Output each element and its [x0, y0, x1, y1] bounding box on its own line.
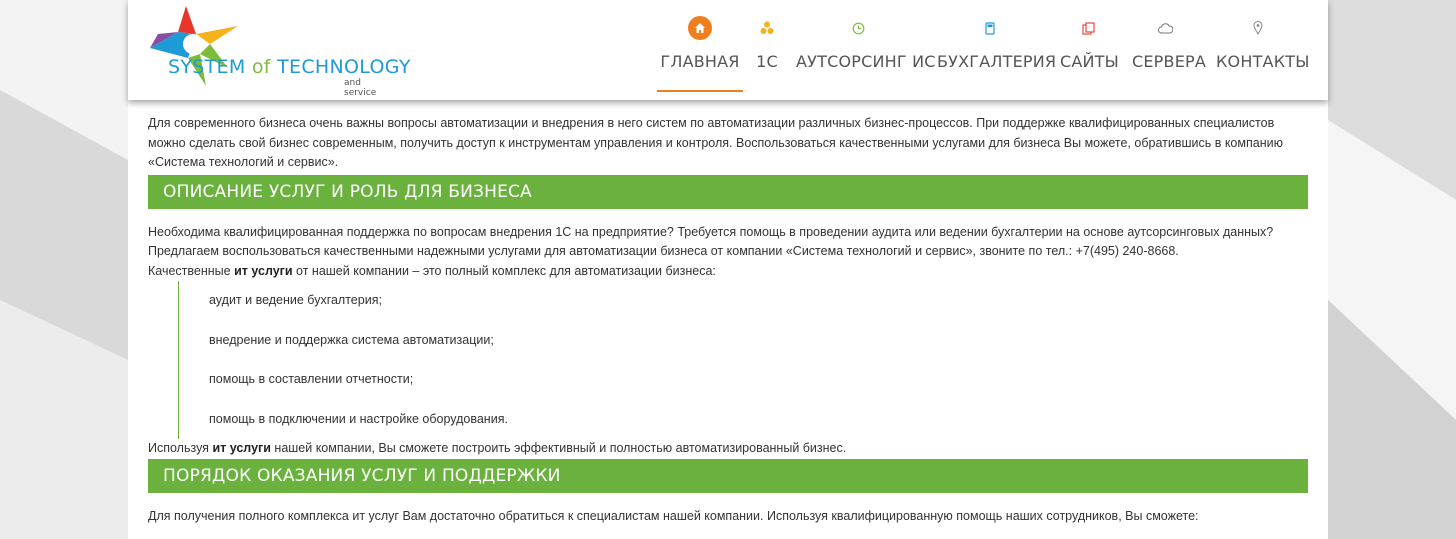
it-services-link: ит услуги	[234, 263, 293, 278]
section-heading-order: ПОРЯДОК ОКАЗАНИЯ УСЛУГ И ПОДДЕРЖКИ	[148, 458, 1308, 493]
nav-item-servers[interactable]: СЕРВЕРА	[1132, 0, 1206, 92]
home-icon	[688, 16, 712, 40]
services-offer-paragraph: Предлагаем воспользоваться качественными…	[148, 244, 1179, 258]
list-item: помощь в составлении отчетности;	[209, 372, 414, 386]
nav-item-contacts[interactable]: КОНТАКТЫ	[1216, 0, 1309, 92]
logo-wordmark: SYSTEM of TECHNOLOGY	[168, 56, 411, 78]
nav-item-1c[interactable]: 1С	[755, 0, 779, 92]
map-pin-icon	[1246, 16, 1270, 40]
services-question-paragraph: Необходима квалифицированная поддержка п…	[148, 224, 1274, 239]
nav-active-underline	[657, 90, 743, 92]
site-logo[interactable]: SYSTEM of TECHNOLOGY and service	[148, 4, 410, 98]
nav-item-sites[interactable]: САЙТЫ	[1060, 0, 1119, 92]
nav-item-home[interactable]: ГЛАВНАЯ	[657, 0, 743, 92]
copy-icon	[1076, 16, 1100, 40]
order-paragraph: Для получения полного комплекса ит услуг…	[148, 508, 1199, 523]
logo-tagline: and service	[344, 78, 377, 98]
it-services-bold: ит услуги	[212, 441, 271, 455]
services-list: аудит и ведение бухгалтерия; внедрение и…	[178, 281, 1308, 439]
list-item: внедрение и поддержка система автоматиза…	[209, 332, 494, 347]
list-item: аудит и ведение бухгалтерия;	[209, 293, 382, 307]
list-item: помощь в подключении и настройке оборудо…	[209, 411, 508, 426]
main-content: Для современного бизнеса очень важны воп…	[148, 100, 1308, 526]
intro-paragraph: Для современного бизнеса очень важны воп…	[148, 116, 1283, 169]
services-summary-paragraph: Используя ит услуги нашей компании, Вы с…	[148, 441, 847, 455]
radiation-icon	[755, 16, 779, 40]
section-heading-services: ОПИСАНИЕ УСЛУГ И РОЛЬ ДЛЯ БИЗНЕСА	[148, 174, 1308, 209]
site-header: SYSTEM of TECHNOLOGY and service ГЛАВНАЯ…	[128, 0, 1328, 100]
nav-item-accounting[interactable]: БУХГАЛТЕРИЯ	[937, 0, 1056, 92]
nav-item-outsourcing[interactable]: АУТСОРСИНГ ИС	[796, 0, 935, 92]
calculator-icon	[978, 16, 1002, 40]
clock-icon	[846, 16, 870, 40]
cloud-icon	[1153, 16, 1177, 40]
services-complex-paragraph: Качественные ит услуги от нашей компании…	[148, 263, 716, 278]
